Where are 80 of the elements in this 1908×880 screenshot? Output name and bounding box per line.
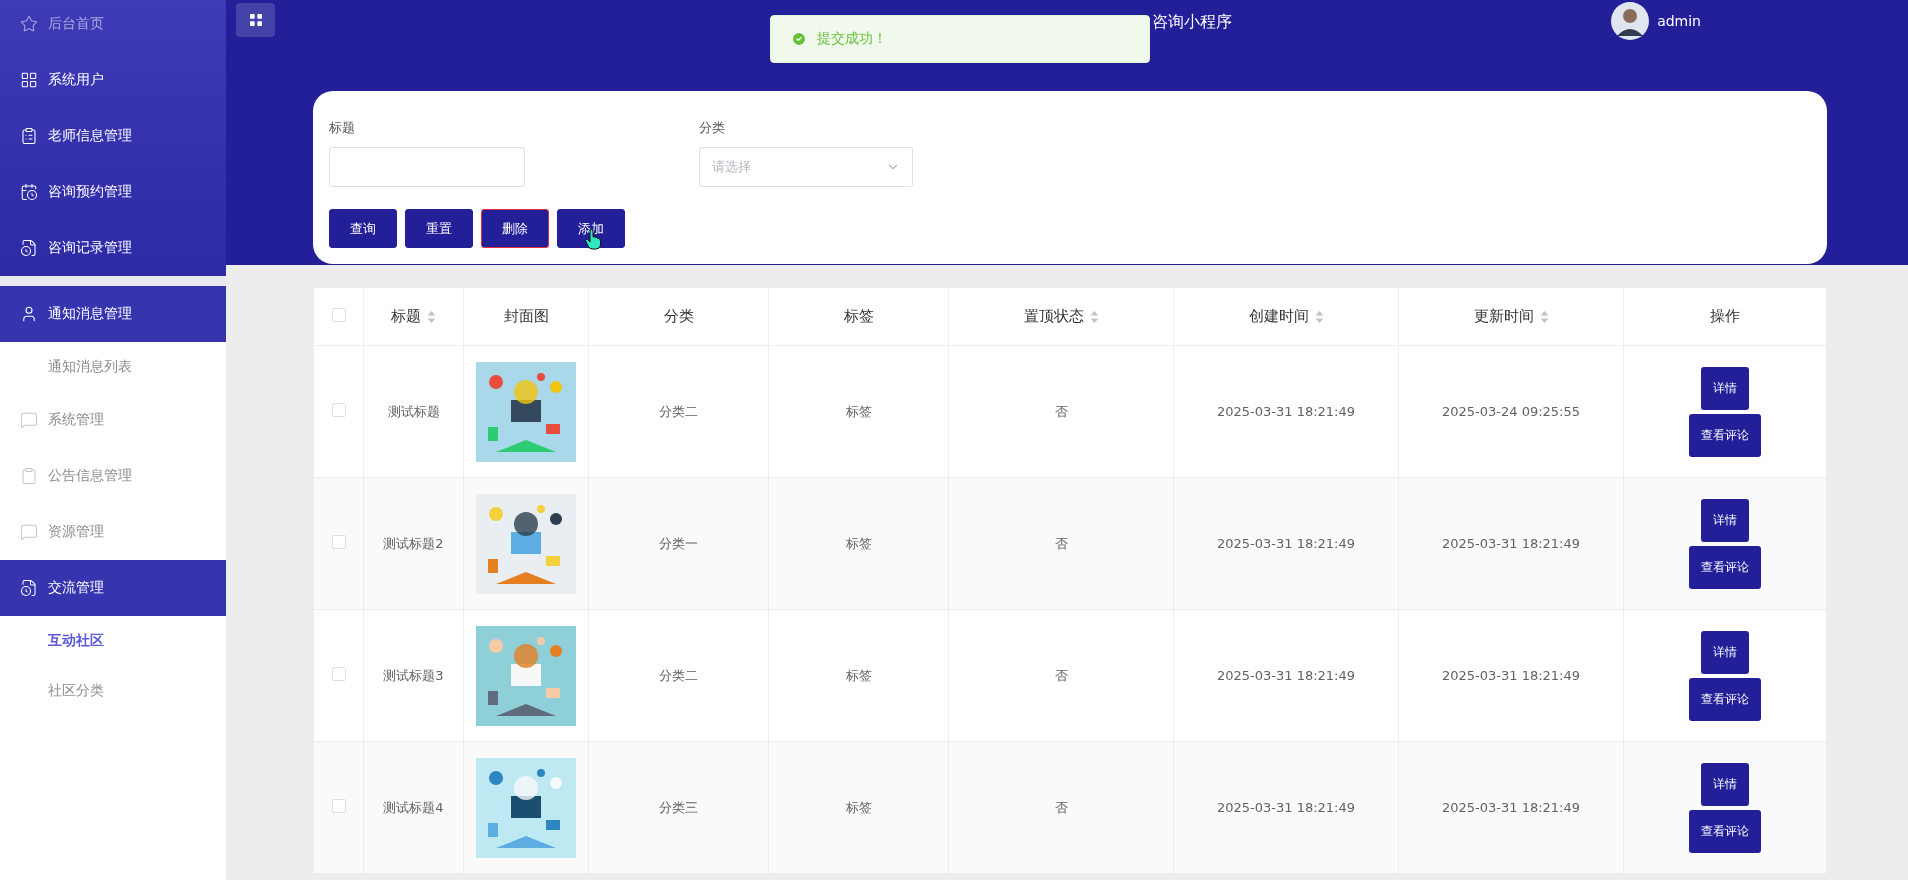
grid-icon [247,12,264,28]
action-button[interactable]: 删除 [481,209,549,248]
sidebar-item[interactable]: 通知消息管理 [0,286,226,342]
clipboard-icon [20,467,38,485]
sort-icon[interactable] [427,309,436,324]
sidebar-item[interactable]: 后台首页 [0,0,226,52]
table-cell: 2025-03-31 18:21:49 [1441,668,1581,683]
row-checkbox[interactable] [331,535,346,549]
action-button[interactable]: 重置 [405,209,473,248]
document-clock-icon [20,579,38,597]
grid-icon [20,71,38,89]
table-cell: 分类一 [659,535,698,551]
field-label: 分类 [699,119,726,137]
table-cell: 测试标题3 [383,667,444,683]
check-circle-icon [791,31,807,47]
row-action-button[interactable]: 查看评论 [1689,545,1761,589]
sidebar-item[interactable]: 咨询记录管理 [0,220,226,276]
column-header: 创建时间 [1248,307,1309,326]
menu-toggle-button[interactable] [236,3,275,37]
chat-icon [20,411,38,429]
column-header: 封面图 [503,307,549,326]
sidebar-item[interactable]: 老师信息管理 [0,108,226,164]
table-cell: 测试标题4 [383,799,444,815]
table-cell: 标签 [845,535,872,551]
row-checkbox[interactable] [331,403,346,417]
table-cell: 标签 [845,667,872,683]
field-label: 标题 [329,119,356,137]
avatar-icon [1611,2,1650,40]
row-checkbox[interactable] [331,667,346,681]
table-cell: 2025-03-31 18:21:49 [1441,800,1581,815]
table-cell: 否 [1054,799,1068,815]
column-header: 更新时间 [1473,307,1534,326]
sort-icon[interactable] [1539,309,1549,324]
table-cell: 2025-03-31 18:21:49 [1441,536,1581,551]
table-cell: 2025-03-31 18:21:49 [1216,800,1356,815]
title-input[interactable] [329,147,525,187]
table-cell: 否 [1054,403,1068,419]
sidebar-item[interactable]: 系统用户 [0,52,226,108]
table-cell: 标签 [845,799,872,815]
table-cell: 2025-03-31 18:21:49 [1216,404,1356,419]
column-header: 标题 [391,307,421,326]
chat-icon [20,523,38,541]
user-icon [20,305,38,323]
clipboard-icon [20,127,38,145]
select-all-checkbox[interactable] [331,307,346,322]
column-header: 置顶状态 [1023,307,1084,326]
document-clock-icon [20,239,38,257]
sidebar-item[interactable]: 交流管理 [0,560,226,616]
table-cell: 分类二 [659,403,698,419]
table-cell: 否 [1054,667,1068,683]
toast-message: 提交成功！ [817,30,887,48]
table-cell: 分类二 [659,667,698,683]
row-action-button[interactable]: 详情 [1701,762,1749,806]
row-action-button[interactable]: 查看评论 [1689,809,1761,853]
table-cell: 标签 [845,403,872,419]
table-cell: 否 [1054,535,1068,551]
table-cell: 2025-03-31 18:21:49 [1216,536,1356,551]
column-header: 操作 [1710,307,1740,326]
table-cell: 2025-03-24 09:25:55 [1441,404,1581,419]
action-button[interactable]: 查询 [329,209,397,248]
sidebar-item[interactable]: 咨询预约管理 [0,164,226,220]
table-cell: 2025-03-31 18:21:49 [1216,668,1356,683]
site-title: 咨询小程序 [1152,11,1232,33]
table-cell: 测试标题 [387,403,440,419]
row-action-button[interactable]: 详情 [1701,366,1749,410]
star-icon [20,15,38,33]
sort-icon[interactable] [1089,309,1099,324]
row-checkbox[interactable] [331,799,346,813]
column-header: 分类 [663,307,694,326]
row-action-button[interactable]: 查看评论 [1689,413,1761,457]
row-action-button[interactable]: 详情 [1701,630,1749,674]
row-action-button[interactable]: 详情 [1701,498,1749,542]
table-cell: 测试标题2 [383,535,444,551]
sort-icon[interactable] [1314,309,1324,324]
table-cell: 分类三 [659,799,698,815]
row-action-button[interactable]: 查看评论 [1689,677,1761,721]
user-name[interactable]: admin [1657,13,1701,29]
column-header: 标签 [843,307,874,326]
action-button[interactable]: 添加 [557,209,625,248]
calendar-icon [20,183,38,201]
